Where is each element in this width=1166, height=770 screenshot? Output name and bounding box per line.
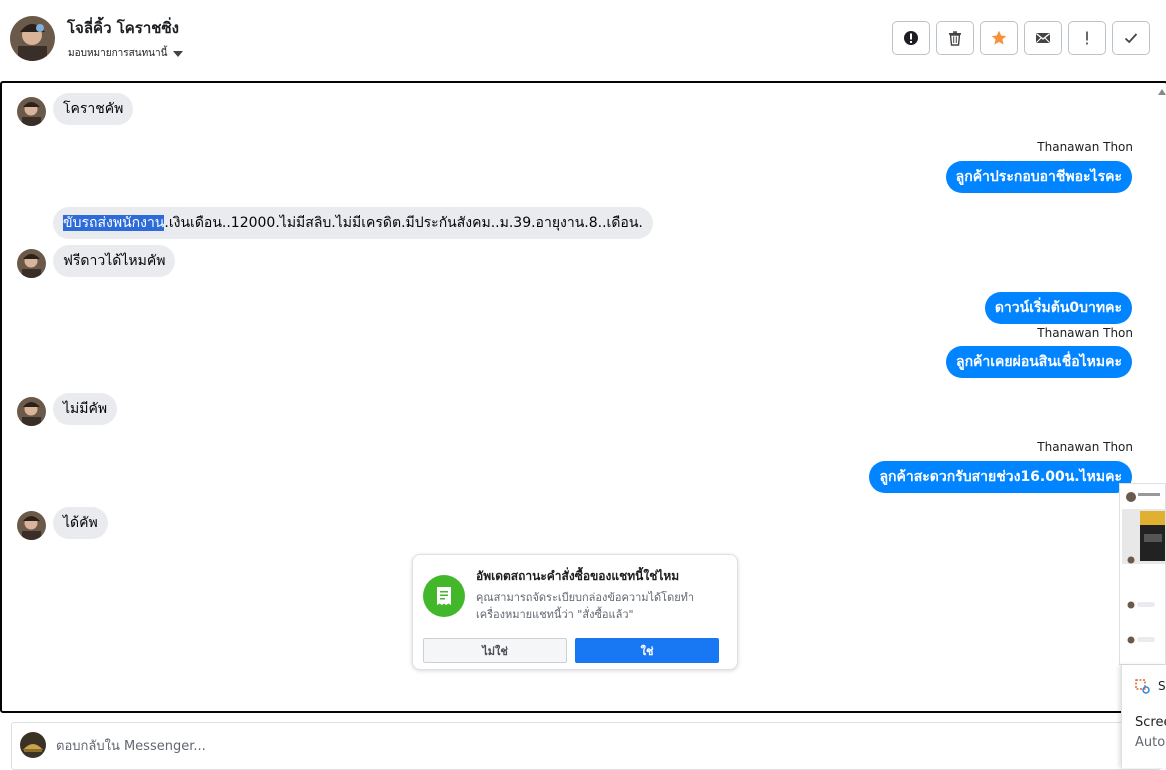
reply-composer xyxy=(11,722,1161,770)
exclamation-circle-icon xyxy=(904,31,918,45)
contact-name[interactable]: โจลี่คิ้ว โคราชซิ่ง xyxy=(67,16,179,40)
assign-label: มอบหมายการสนทนานี้ xyxy=(68,48,168,59)
message-text: .เงินเดือน..12000.ไม่มีสลิบ.ไม่มีเครดิต.… xyxy=(164,215,643,231)
incoming-message: ไม่มีคัพ xyxy=(53,393,118,425)
follow-up-button[interactable] xyxy=(1068,21,1106,55)
trash-icon xyxy=(949,31,961,46)
yes-button[interactable]: ใช่ xyxy=(575,638,719,663)
sender-name: Thanawan Thon xyxy=(1037,440,1133,454)
panel-title: Scree xyxy=(1135,715,1166,730)
outgoing-message: ลูกค้าประกอบอาชีพอะไรคะ xyxy=(945,161,1132,193)
spam-button[interactable] xyxy=(892,21,930,55)
conversation-actions xyxy=(892,21,1150,55)
prompt-body: คุณสามารถจัดระเบียบกล่องข้อความได้โดยทำเ… xyxy=(476,591,695,621)
screenshot-thumbnail[interactable] xyxy=(1119,483,1166,665)
exclamation-icon xyxy=(1086,31,1088,45)
contact-avatar-small xyxy=(17,397,46,426)
mark-unread-button[interactable] xyxy=(1024,21,1062,55)
envelope-icon xyxy=(1036,33,1050,43)
prompt-title: อัพเดตสถานะคำสั่งซื้อของแชทนี้ใช่ไหม xyxy=(476,569,680,583)
outgoing-message: ดาวน์เริ่มต้น0บาทคะ xyxy=(984,292,1132,324)
sender-name: Thanawan Thon xyxy=(1037,326,1133,340)
screenshot-tool-panel[interactable]: S Scree Auto xyxy=(1121,665,1166,768)
incoming-message: ได้คัพ xyxy=(53,507,108,539)
reply-input[interactable] xyxy=(56,735,756,757)
contact-avatar-small xyxy=(17,511,46,540)
selected-text: ขับรถส่งพนักงาน xyxy=(63,215,165,231)
delete-button[interactable] xyxy=(936,21,974,55)
scroll-up-icon[interactable] xyxy=(1158,89,1166,95)
no-button[interactable]: ไม่ใช่ xyxy=(423,638,567,663)
contact-avatar-small xyxy=(17,249,46,278)
done-button[interactable] xyxy=(1112,21,1150,55)
incoming-message: ขับรถส่งพนักงาน.เงินเดือน..12000.ไม่มีสล… xyxy=(53,207,653,239)
contact-avatar-small xyxy=(17,97,46,126)
outgoing-message: ลูกค้าสะดวกรับสายช่วง16.00น.ไหมคะ xyxy=(869,461,1132,493)
star-button[interactable] xyxy=(980,21,1018,55)
panel-subtitle: Auto xyxy=(1135,735,1166,750)
page-avatar xyxy=(20,732,46,758)
incoming-message: ฟรีดาวได้ไหมคัพ xyxy=(53,245,176,277)
outgoing-message: ลูกค้าเคยผ่อนสินเชื่อไหมคะ xyxy=(945,346,1132,378)
conversation-header: โจลี่คิ้ว โคราชซิ่ง มอบหมายการสนทนานี้ xyxy=(0,0,1166,80)
receipt-icon xyxy=(423,575,465,617)
caret-down-icon xyxy=(173,50,184,57)
checkmark-icon xyxy=(1124,33,1138,44)
panel-label: S xyxy=(1158,679,1166,693)
sender-name: Thanawan Thon xyxy=(1037,140,1133,154)
snipping-tool-icon xyxy=(1135,679,1150,694)
contact-avatar[interactable] xyxy=(10,16,55,61)
assign-conversation-dropdown[interactable]: มอบหมายการสนทนานี้ xyxy=(68,46,184,61)
star-icon xyxy=(991,30,1007,45)
incoming-message: โคราชคัพ xyxy=(53,93,134,125)
order-status-prompt: อัพเดตสถานะคำสั่งซื้อของแชทนี้ใช่ไหม คุณ… xyxy=(412,554,738,670)
